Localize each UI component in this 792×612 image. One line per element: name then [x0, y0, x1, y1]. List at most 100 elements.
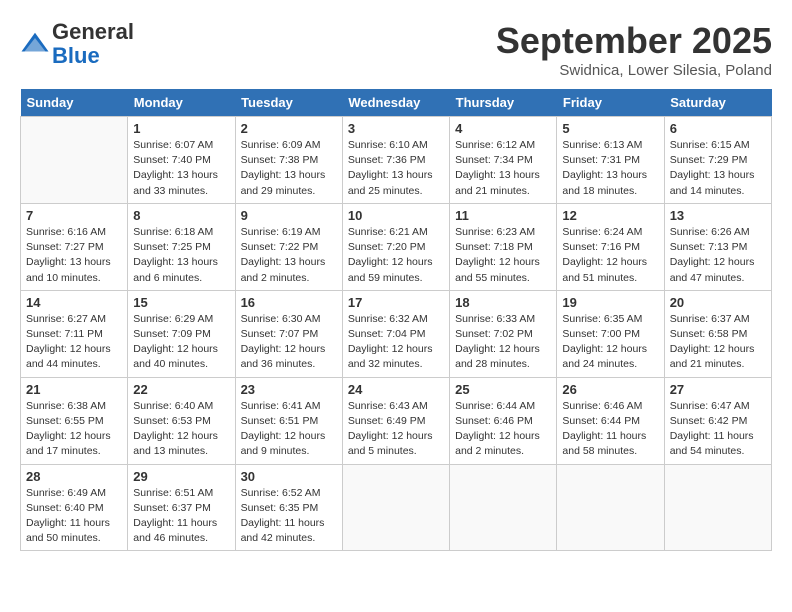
calendar-cell: 30 Sunrise: 6:52 AM Sunset: 6:35 PM Dayli…: [235, 464, 342, 551]
weekday-header: Tuesday: [235, 89, 342, 117]
calendar-cell: 25Sunrise: 6:44 AM Sunset: 6:46 PM Dayli…: [450, 377, 557, 464]
day-info: Sunrise: 6:13 AM Sunset: 7:31 PM Dayligh…: [562, 138, 658, 199]
day-number: 15: [133, 295, 229, 310]
weekday-header: Sunday: [21, 89, 128, 117]
day-info: Sunrise: 6:23 AM Sunset: 7:18 PM Dayligh…: [455, 225, 551, 286]
calendar-cell: 20 Sunrise: 6:37 AM Sunset: 6:58 PM Dayli…: [664, 290, 771, 377]
day-info: Sunrise: 6:52 AM Sunset: 6:35 PM Dayligh…: [241, 486, 337, 547]
calendar-cell: 23Sunrise: 6:41 AM Sunset: 6:51 PM Dayli…: [235, 377, 342, 464]
calendar-cell: 9Sunrise: 6:19 AM Sunset: 7:22 PM Daylig…: [235, 203, 342, 290]
calendar-cell: 6 Sunrise: 6:15 AM Sunset: 7:29 PM Daylig…: [664, 117, 771, 204]
day-info: Sunrise: 6:27 AM Sunset: 7:11 PM Dayligh…: [26, 312, 122, 373]
calendar-cell: 8 Sunrise: 6:18 AM Sunset: 7:25 PM Daylig…: [128, 203, 235, 290]
logo-text: General Blue: [52, 20, 134, 68]
calendar-cell: 29 Sunrise: 6:51 AM Sunset: 6:37 PM Dayli…: [128, 464, 235, 551]
day-number: 14: [26, 295, 122, 310]
calendar-cell: [342, 464, 449, 551]
day-number: 26: [562, 382, 658, 397]
day-number: 29: [133, 469, 229, 484]
calendar-cell: [450, 464, 557, 551]
day-info: Sunrise: 6:38 AM Sunset: 6:55 PM Dayligh…: [26, 399, 122, 460]
calendar-cell: 17 Sunrise: 6:32 AM Sunset: 7:04 PM Dayli…: [342, 290, 449, 377]
day-info: Sunrise: 6:35 AM Sunset: 7:00 PM Dayligh…: [562, 312, 658, 373]
location: Swidnica, Lower Silesia, Poland: [496, 62, 772, 79]
day-number: 19: [562, 295, 658, 310]
calendar-cell: 4 Sunrise: 6:12 AM Sunset: 7:34 PM Daylig…: [450, 117, 557, 204]
day-info: Sunrise: 6:26 AM Sunset: 7:13 PM Dayligh…: [670, 225, 766, 286]
calendar-cell: 14 Sunrise: 6:27 AM Sunset: 7:11 PM Dayli…: [21, 290, 128, 377]
weekday-header: Wednesday: [342, 89, 449, 117]
calendar-cell: 10 Sunrise: 6:21 AM Sunset: 7:20 PM Dayli…: [342, 203, 449, 290]
day-info: Sunrise: 6:40 AM Sunset: 6:53 PM Dayligh…: [133, 399, 229, 460]
day-number: 30: [241, 469, 337, 484]
day-number: 16: [241, 295, 337, 310]
day-number: 17: [348, 295, 444, 310]
day-info: Sunrise: 6:18 AM Sunset: 7:25 PM Dayligh…: [133, 225, 229, 286]
day-info: Sunrise: 6:51 AM Sunset: 6:37 PM Dayligh…: [133, 486, 229, 547]
logo-general: General: [52, 19, 134, 44]
day-info: Sunrise: 6:43 AM Sunset: 6:49 PM Dayligh…: [348, 399, 444, 460]
day-number: 7: [26, 208, 122, 223]
day-info: Sunrise: 6:12 AM Sunset: 7:34 PM Dayligh…: [455, 138, 551, 199]
day-number: 5: [562, 121, 658, 136]
calendar-week-row: 7 Sunrise: 6:16 AM Sunset: 7:27 PM Daylig…: [21, 203, 772, 290]
calendar-cell: 21Sunrise: 6:38 AM Sunset: 6:55 PM Dayli…: [21, 377, 128, 464]
logo-icon: [20, 29, 50, 59]
day-number: 28: [26, 469, 122, 484]
page-header: General Blue September 2025 Swidnica, Lo…: [20, 20, 772, 79]
day-info: Sunrise: 6:47 AM Sunset: 6:42 PM Dayligh…: [670, 399, 766, 460]
day-number: 2: [241, 121, 337, 136]
calendar-cell: 18Sunrise: 6:33 AM Sunset: 7:02 PM Dayli…: [450, 290, 557, 377]
day-number: 3: [348, 121, 444, 136]
day-number: 22: [133, 382, 229, 397]
day-info: Sunrise: 6:29 AM Sunset: 7:09 PM Dayligh…: [133, 312, 229, 373]
calendar-cell: 27 Sunrise: 6:47 AM Sunset: 6:42 PM Dayli…: [664, 377, 771, 464]
day-number: 13: [670, 208, 766, 223]
calendar-cell: [557, 464, 664, 551]
calendar-cell: [664, 464, 771, 551]
logo: General Blue: [20, 20, 134, 68]
day-info: Sunrise: 6:15 AM Sunset: 7:29 PM Dayligh…: [670, 138, 766, 199]
calendar-cell: 11 Sunrise: 6:23 AM Sunset: 7:18 PM Dayli…: [450, 203, 557, 290]
day-info: Sunrise: 6:30 AM Sunset: 7:07 PM Dayligh…: [241, 312, 337, 373]
day-info: Sunrise: 6:07 AM Sunset: 7:40 PM Dayligh…: [133, 138, 229, 199]
calendar-table: SundayMondayTuesdayWednesdayThursdayFrid…: [20, 89, 772, 551]
calendar-cell: 22 Sunrise: 6:40 AM Sunset: 6:53 PM Dayli…: [128, 377, 235, 464]
day-info: Sunrise: 6:33 AM Sunset: 7:02 PM Dayligh…: [455, 312, 551, 373]
day-number: 20: [670, 295, 766, 310]
day-number: 12: [562, 208, 658, 223]
day-info: Sunrise: 6:46 AM Sunset: 6:44 PM Dayligh…: [562, 399, 658, 460]
calendar-cell: 1 Sunrise: 6:07 AM Sunset: 7:40 PM Daylig…: [128, 117, 235, 204]
day-number: 6: [670, 121, 766, 136]
calendar-cell: 24 Sunrise: 6:43 AM Sunset: 6:49 PM Dayli…: [342, 377, 449, 464]
day-number: 8: [133, 208, 229, 223]
day-number: 1: [133, 121, 229, 136]
calendar-cell: [21, 117, 128, 204]
calendar-cell: 19 Sunrise: 6:35 AM Sunset: 7:00 PM Dayli…: [557, 290, 664, 377]
month-title: September 2025: [496, 20, 772, 62]
day-info: Sunrise: 6:37 AM Sunset: 6:58 PM Dayligh…: [670, 312, 766, 373]
calendar-cell: 3Sunrise: 6:10 AM Sunset: 7:36 PM Daylig…: [342, 117, 449, 204]
calendar-week-row: 1 Sunrise: 6:07 AM Sunset: 7:40 PM Daylig…: [21, 117, 772, 204]
day-info: Sunrise: 6:49 AM Sunset: 6:40 PM Dayligh…: [26, 486, 122, 547]
day-info: Sunrise: 6:21 AM Sunset: 7:20 PM Dayligh…: [348, 225, 444, 286]
calendar-cell: 26 Sunrise: 6:46 AM Sunset: 6:44 PM Dayli…: [557, 377, 664, 464]
logo-blue: Blue: [52, 43, 100, 68]
day-number: 24: [348, 382, 444, 397]
day-number: 27: [670, 382, 766, 397]
day-number: 10: [348, 208, 444, 223]
calendar-cell: 13 Sunrise: 6:26 AM Sunset: 7:13 PM Dayli…: [664, 203, 771, 290]
day-number: 23: [241, 382, 337, 397]
calendar-cell: 7 Sunrise: 6:16 AM Sunset: 7:27 PM Daylig…: [21, 203, 128, 290]
day-info: Sunrise: 6:32 AM Sunset: 7:04 PM Dayligh…: [348, 312, 444, 373]
day-number: 11: [455, 208, 551, 223]
calendar-week-row: 21Sunrise: 6:38 AM Sunset: 6:55 PM Dayli…: [21, 377, 772, 464]
weekday-header-row: SundayMondayTuesdayWednesdayThursdayFrid…: [21, 89, 772, 117]
day-number: 4: [455, 121, 551, 136]
day-info: Sunrise: 6:16 AM Sunset: 7:27 PM Dayligh…: [26, 225, 122, 286]
weekday-header: Monday: [128, 89, 235, 117]
day-number: 9: [241, 208, 337, 223]
title-block: September 2025 Swidnica, Lower Silesia, …: [496, 20, 772, 79]
calendar-cell: 16 Sunrise: 6:30 AM Sunset: 7:07 PM Dayli…: [235, 290, 342, 377]
calendar-cell: 15 Sunrise: 6:29 AM Sunset: 7:09 PM Dayli…: [128, 290, 235, 377]
